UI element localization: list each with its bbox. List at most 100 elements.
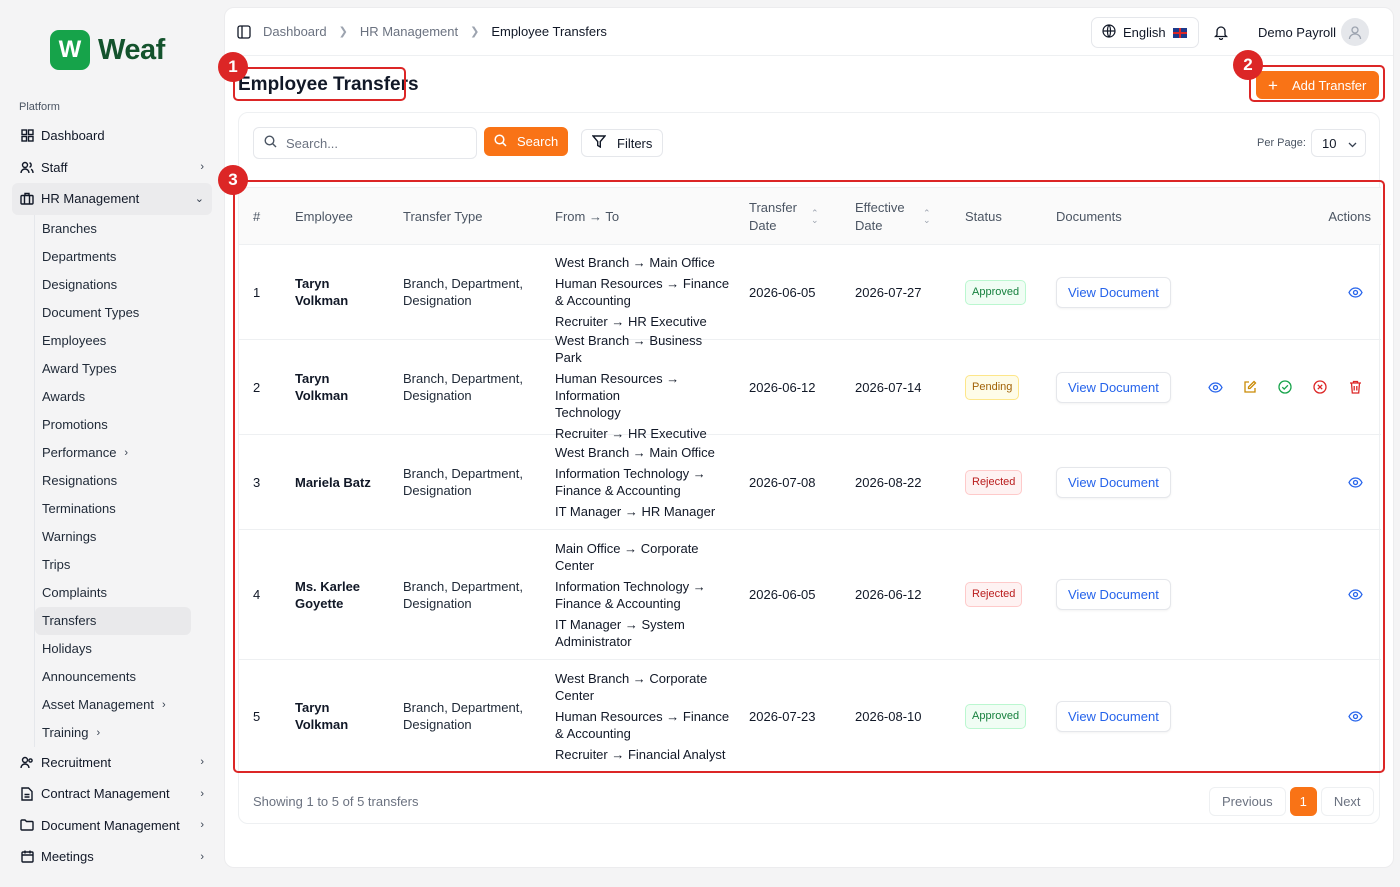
sidebar-item-dashboard[interactable]: Dashboard: [12, 120, 212, 152]
breadcrumb: Dashboard ❯ HR Management ❯ Employee Tra…: [263, 24, 607, 39]
subitem-label: Awards: [42, 389, 86, 404]
logo-text: Weaf: [98, 33, 165, 66]
subitem-label: Complaints: [42, 585, 108, 600]
uk-flag-icon: [1172, 27, 1187, 38]
filters-button[interactable]: Filters: [581, 129, 663, 157]
annotation-highlight-table: [233, 180, 1385, 773]
subitem-label: Transfers: [42, 613, 97, 628]
sidebar-item-recruitment[interactable]: Recruitment ›: [12, 747, 212, 779]
hr-submenu: Branches Departments Designations Docume…: [34, 214, 212, 747]
sidebar-subitem-promotions[interactable]: Promotions: [35, 411, 191, 439]
breadcrumb-hr-management[interactable]: HR Management: [360, 24, 458, 39]
sidebar-item-label: HR Management: [41, 191, 140, 207]
per-page-value: 10: [1322, 135, 1337, 151]
page-1-button[interactable]: 1: [1289, 787, 1317, 816]
avatar[interactable]: [1341, 18, 1369, 46]
per-page-select[interactable]: 10: [1311, 129, 1366, 157]
sidebar-subitem-designations[interactable]: Designations: [35, 271, 191, 299]
topbar: Dashboard ❯ HR Management ❯ Employee Tra…: [225, 8, 1393, 56]
annotation-highlight-title: [233, 67, 406, 101]
subitem-label: Holidays: [42, 641, 92, 656]
annotation-highlight-add: [1249, 65, 1385, 102]
pagination-summary: Showing 1 to 5 of 5 transfers: [253, 794, 419, 809]
sidebar-toggle-icon[interactable]: [237, 25, 251, 39]
sidebar-subitem-announcements[interactable]: Announcements: [35, 663, 191, 691]
filter-icon: [591, 135, 607, 151]
subitem-label: Document Types: [42, 305, 140, 320]
sidebar-subitem-employees[interactable]: Employees: [35, 327, 191, 355]
sidebar-subitem-trips[interactable]: Trips: [35, 551, 191, 579]
sidebar-nav: Dashboard Staff › HR Management ⌄ Branch…: [12, 120, 212, 873]
chevron-right-icon: ›: [200, 756, 204, 769]
subitem-label: Resignations: [42, 473, 118, 488]
sidebar-subitem-transfers[interactable]: Transfers: [35, 606, 191, 635]
sidebar-item-label: Meetings: [41, 849, 94, 865]
chevron-right-icon: ›: [200, 819, 204, 832]
subitem-label: Designations: [42, 277, 118, 292]
user-search-icon: [20, 755, 34, 769]
previous-page-button[interactable]: Previous: [1209, 787, 1286, 816]
subitem-label: Training: [42, 725, 89, 740]
sidebar-item-label: Contract Management: [41, 786, 170, 802]
globe-icon: [1102, 24, 1116, 41]
sidebar-subitem-asset-management[interactable]: Asset Management ›: [35, 691, 191, 719]
subitem-label: Branches: [42, 221, 97, 236]
sidebar-item-contract-management[interactable]: Contract Management ›: [12, 778, 212, 810]
user-name[interactable]: Demo Payroll: [1258, 25, 1336, 40]
breadcrumb-dashboard[interactable]: Dashboard: [263, 24, 327, 39]
language-label: English: [1123, 25, 1166, 40]
sidebar-subitem-holidays[interactable]: Holidays: [35, 635, 191, 663]
sidebar-item-document-management[interactable]: Document Management ›: [12, 810, 212, 842]
filters-label: Filters: [617, 135, 653, 151]
subitem-label: Trips: [42, 557, 71, 572]
sidebar-subitem-resignations[interactable]: Resignations: [35, 467, 191, 495]
per-page-label: Per Page:: [1257, 137, 1306, 149]
chevron-right-icon: ›: [200, 161, 204, 174]
sidebar-subitem-award-types[interactable]: Award Types: [35, 355, 191, 383]
sidebar-item-staff[interactable]: Staff ›: [12, 152, 212, 184]
sidebar-subitem-warnings[interactable]: Warnings: [35, 523, 191, 551]
subitem-label: Award Types: [42, 361, 117, 376]
grid-icon: [20, 129, 34, 143]
sidebar-subitem-training[interactable]: Training ›: [35, 719, 191, 747]
subitem-label: Warnings: [42, 529, 97, 544]
brand-logo[interactable]: W Weaf: [50, 30, 165, 70]
subitem-label: Terminations: [42, 501, 116, 516]
search-field[interactable]: [253, 127, 477, 159]
sidebar-subitem-performance[interactable]: Performance ›: [35, 439, 191, 467]
subitem-label: Departments: [42, 249, 117, 264]
sidebar: W Weaf Platform Dashboard Staff › HR Man…: [0, 0, 222, 887]
chevron-right-icon: ›: [200, 850, 204, 863]
sidebar-item-label: Dashboard: [41, 128, 105, 144]
sidebar-item-meetings[interactable]: Meetings ›: [12, 841, 212, 873]
sidebar-subitem-complaints[interactable]: Complaints: [35, 579, 191, 607]
sidebar-subitem-branches[interactable]: Branches: [35, 215, 191, 243]
chevron-right-icon: ❯: [470, 26, 480, 38]
file-icon: [20, 787, 34, 801]
sidebar-item-hr-management[interactable]: HR Management ⌄: [12, 183, 212, 215]
sidebar-subitem-departments[interactable]: Departments: [35, 243, 191, 271]
annotation-marker: 2: [1233, 50, 1263, 80]
sidebar-subitem-awards[interactable]: Awards: [35, 383, 191, 411]
sidebar-item-label: Staff: [41, 159, 68, 175]
sidebar-subitem-document-types[interactable]: Document Types: [35, 299, 191, 327]
search-input[interactable]: [286, 135, 466, 151]
next-page-button[interactable]: Next: [1320, 787, 1374, 816]
logo-mark: W: [50, 30, 90, 70]
search-icon: [494, 133, 507, 150]
subitem-label: Promotions: [42, 417, 108, 432]
platform-section-label: Platform: [19, 101, 60, 113]
bell-icon[interactable]: [1213, 24, 1229, 41]
subitem-label: Performance: [42, 445, 117, 460]
chevron-right-icon: ❯: [338, 26, 348, 38]
users-icon: [20, 160, 34, 174]
chevron-right-icon: ›: [124, 446, 129, 459]
folder-icon: [20, 818, 34, 832]
language-selector[interactable]: English: [1091, 17, 1199, 48]
subitem-label: Announcements: [42, 669, 136, 684]
chevron-right-icon: ›: [200, 787, 204, 800]
breadcrumb-current: Employee Transfers: [491, 24, 607, 39]
annotation-marker: 3: [218, 165, 248, 195]
sidebar-subitem-terminations[interactable]: Terminations: [35, 495, 191, 523]
search-button[interactable]: Search: [484, 127, 568, 156]
